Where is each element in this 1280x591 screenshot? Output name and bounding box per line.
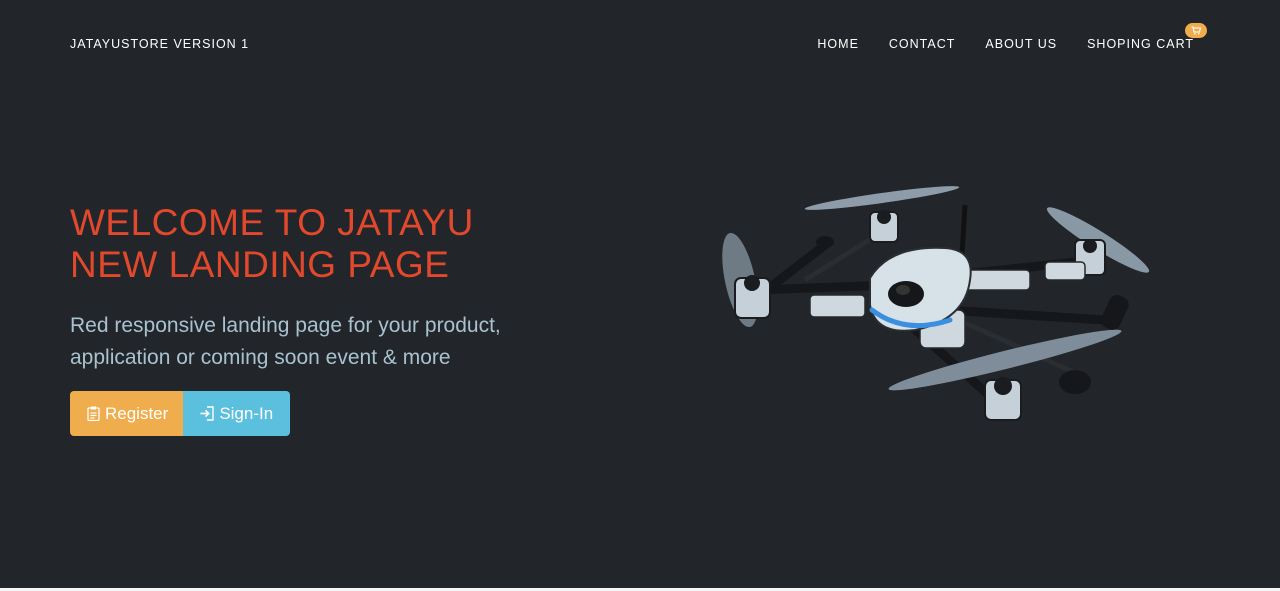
signin-button[interactable]: Sign-In (183, 391, 291, 436)
hero-subtitle-line2: application or coming soon event & more (70, 346, 451, 369)
cart-icon (1185, 23, 1207, 38)
hero-button-group: Register Sign-In (70, 391, 291, 436)
nav-menu: HOME CONTACT ABOUT US SHOPING CART (817, 23, 1207, 51)
nav-home[interactable]: HOME (817, 37, 859, 51)
nav-shopping-cart-label: SHOPING CART (1087, 37, 1194, 51)
hero-title-line2: NEW LANDING PAGE (70, 244, 450, 285)
signin-button-label: Sign-In (219, 403, 274, 423)
hero-title-line1: WELCOME TO JATAYU (70, 202, 474, 243)
brand-link[interactable]: JATAYUSTORE VERSION 1 (70, 37, 249, 51)
nav-contact[interactable]: CONTACT (889, 37, 956, 51)
clipboard-icon (87, 406, 100, 421)
register-button[interactable]: Register (70, 391, 184, 436)
login-icon (200, 406, 215, 421)
hero-title: WELCOME TO JATAYU NEW LANDING PAGE (70, 202, 590, 286)
hero-subtitle-line1: Red responsive landing page for your pro… (70, 314, 501, 337)
nav-shopping-cart[interactable]: SHOPING CART (1087, 23, 1207, 51)
drone-image (722, 186, 1150, 421)
navbar: JATAYUSTORE VERSION 1 HOME CONTACT ABOUT… (0, 0, 1280, 88)
nav-about-us[interactable]: ABOUT US (985, 37, 1057, 51)
register-button-label: Register (105, 403, 169, 423)
hero-subtitle: Red responsive landing page for your pro… (70, 310, 570, 374)
